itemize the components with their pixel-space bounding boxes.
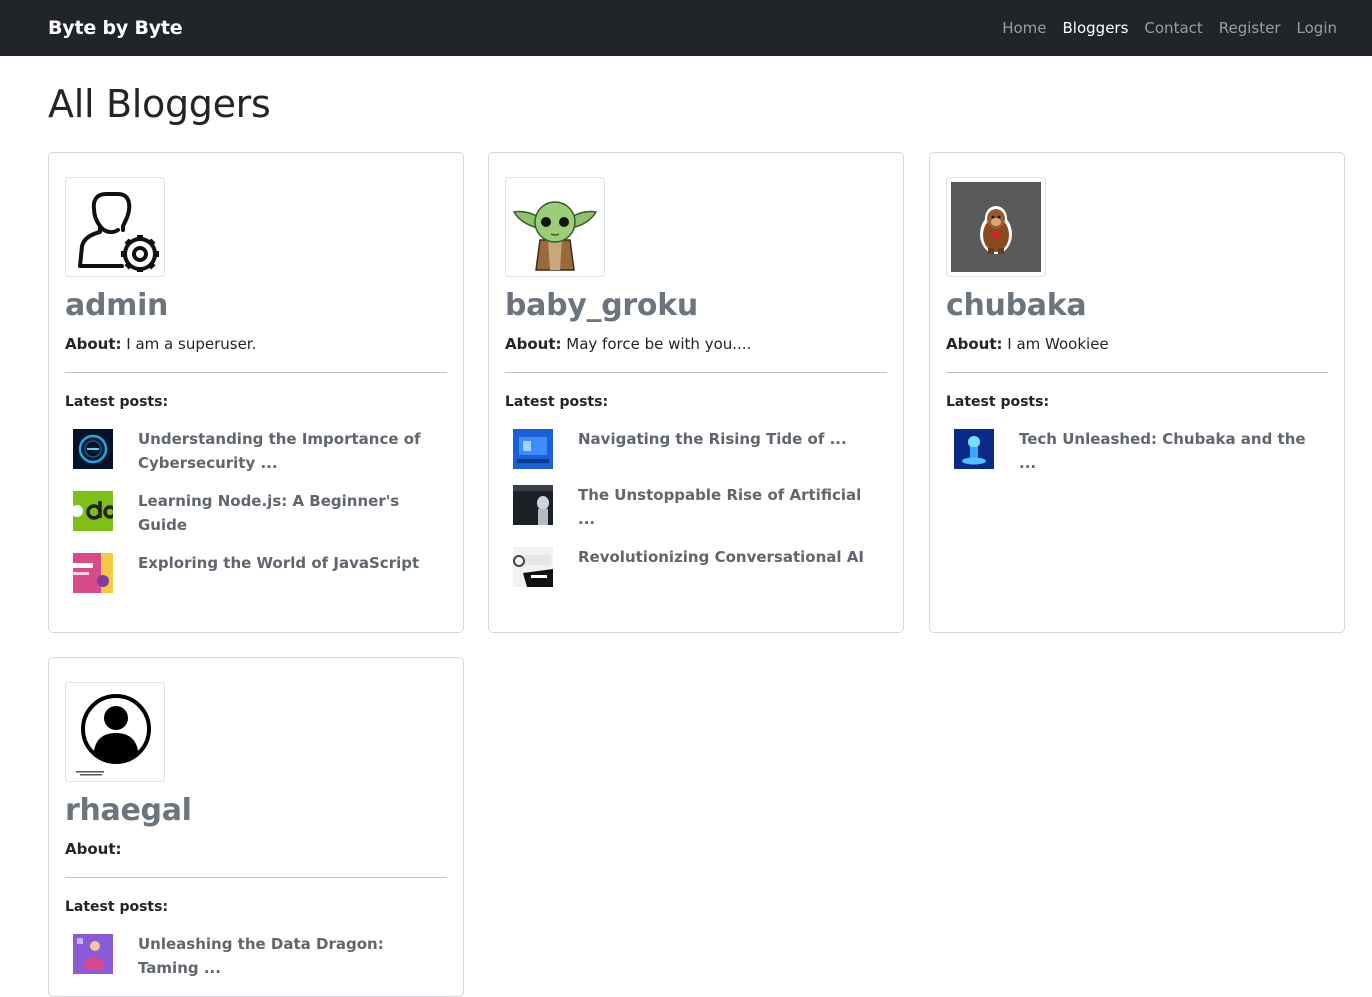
post-title-link[interactable]: Navigating the Rising Tide of ... bbox=[578, 427, 868, 451]
post-item[interactable]: Learning Node.js: A Beginner's Guide bbox=[73, 491, 447, 537]
divider bbox=[946, 372, 1328, 373]
latest-posts-label: Latest posts: bbox=[505, 394, 609, 410]
about-label: About: bbox=[505, 335, 562, 353]
about-text: I am a superuser. bbox=[126, 335, 257, 353]
nav-home-link[interactable]: Home bbox=[1002, 19, 1046, 37]
blogger-card: rhaegal About: Latest posts: Unleashing … bbox=[48, 657, 464, 997]
post-title-link[interactable]: Unleashing the Data Dragon: Taming ... bbox=[138, 932, 428, 980]
blogger-username[interactable]: admin bbox=[65, 287, 447, 325]
post-title-link[interactable]: The Unstoppable Rise of Artificial ... bbox=[578, 483, 868, 531]
latest-posts-label: Latest posts: bbox=[65, 899, 169, 915]
nav-bloggers-link[interactable]: Bloggers bbox=[1063, 19, 1129, 37]
blogger-about: About: I am Wookiee bbox=[946, 333, 1328, 355]
baby-yoda-icon[interactable] bbox=[505, 177, 605, 277]
divider bbox=[65, 877, 447, 878]
nodejs-thumb[interactable] bbox=[73, 491, 113, 531]
blogger-about: About: May force be with you.... bbox=[505, 333, 887, 355]
blogger-card: baby_groku About: May force be with you.… bbox=[488, 152, 904, 633]
about-text: May force be with you.... bbox=[566, 335, 752, 353]
user-gear-icon[interactable] bbox=[65, 177, 165, 277]
post-item[interactable]: Exploring the World of JavaScript bbox=[73, 553, 447, 593]
post-title-link[interactable]: Revolutionizing Conversational AI bbox=[578, 545, 868, 569]
post-title-link[interactable]: Tech Unleashed: Chubaka and the ... bbox=[1019, 427, 1309, 475]
blogger-username[interactable]: chubaka bbox=[946, 287, 1328, 325]
nav-contact-link[interactable]: Contact bbox=[1144, 19, 1202, 37]
nav-register-link[interactable]: Register bbox=[1219, 19, 1281, 37]
about-label: About: bbox=[65, 840, 122, 858]
divider bbox=[505, 372, 887, 373]
navbar: Byte by Byte Home Bloggers Contact Regis… bbox=[0, 0, 1372, 56]
wookiee-icon[interactable] bbox=[946, 177, 1046, 277]
openai-thumb[interactable] bbox=[513, 547, 553, 587]
blogger-about: About: bbox=[65, 838, 447, 860]
user-circle-icon[interactable] bbox=[65, 682, 165, 782]
latest-posts-label: Latest posts: bbox=[946, 394, 1050, 410]
post-title-link[interactable]: Understanding the Importance of Cybersec… bbox=[138, 427, 428, 475]
post-item[interactable]: Navigating the Rising Tide of ... bbox=[513, 429, 887, 469]
latest-posts-label: Latest posts: bbox=[65, 394, 169, 410]
blogger-about: About: I am a superuser. bbox=[65, 333, 447, 355]
post-item[interactable]: Revolutionizing Conversational AI bbox=[513, 547, 887, 587]
blogger-username[interactable]: rhaegal bbox=[65, 792, 447, 830]
hologram-thumb[interactable] bbox=[954, 429, 994, 469]
about-label: About: bbox=[65, 335, 122, 353]
data-dragon-thumb[interactable] bbox=[73, 934, 113, 974]
blogger-card: admin About: I am a superuser. Latest po… bbox=[48, 152, 464, 633]
about-text: I am Wookiee bbox=[1007, 335, 1109, 353]
post-item[interactable]: Unleashing the Data Dragon: Taming ... bbox=[73, 934, 447, 980]
about-label: About: bbox=[946, 335, 1003, 353]
post-item[interactable]: Tech Unleashed: Chubaka and the ... bbox=[954, 429, 1328, 475]
cybersecurity-thumb[interactable] bbox=[73, 429, 113, 469]
post-title-link[interactable]: Exploring the World of JavaScript bbox=[138, 551, 428, 575]
nav-links: Home Bloggers Contact Register Login bbox=[986, 19, 1337, 37]
brand-link[interactable]: Byte by Byte bbox=[48, 17, 183, 39]
post-item[interactable]: Understanding the Importance of Cybersec… bbox=[73, 429, 447, 475]
post-title-link[interactable]: Learning Node.js: A Beginner's Guide bbox=[138, 489, 428, 537]
post-item[interactable]: The Unstoppable Rise of Artificial ... bbox=[513, 485, 887, 531]
blogger-username[interactable]: baby_groku bbox=[505, 287, 887, 325]
blogger-card: chubaka About: I am Wookiee Latest posts… bbox=[929, 152, 1345, 633]
javascript-thumb[interactable] bbox=[73, 553, 113, 593]
robot-thumb[interactable] bbox=[513, 485, 553, 525]
nav-login-link[interactable]: Login bbox=[1297, 19, 1337, 37]
page-title: All Bloggers bbox=[48, 82, 271, 126]
tech-thumb[interactable] bbox=[513, 429, 553, 469]
divider bbox=[65, 372, 447, 373]
